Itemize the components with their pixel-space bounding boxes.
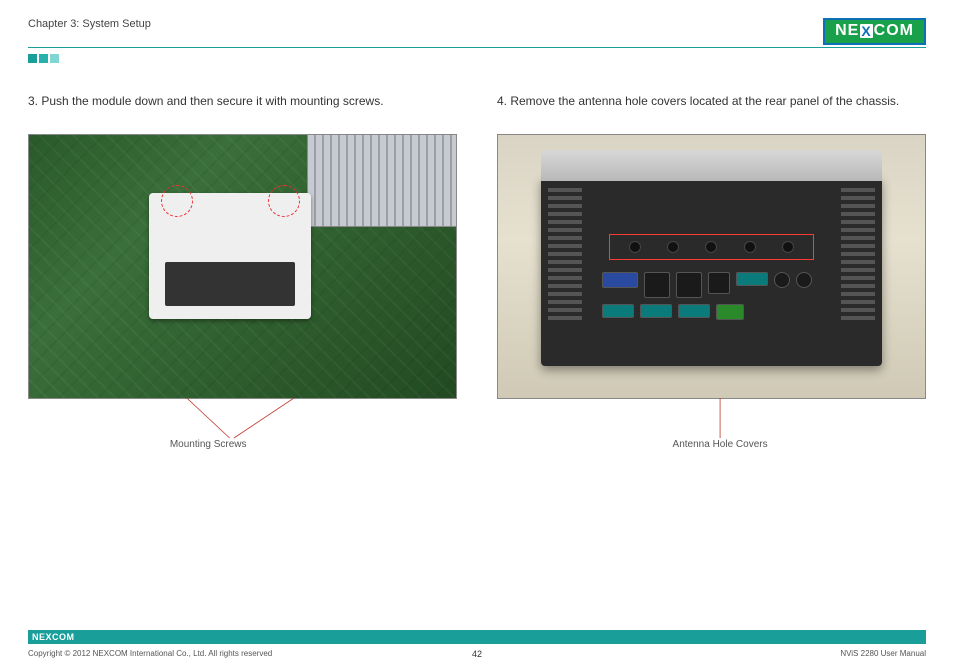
brand-logo: NEXCOM: [823, 18, 926, 45]
antenna-hole-icon: [782, 241, 794, 253]
chassis-graphic: [541, 177, 883, 366]
step-4-text: 4. Remove the antenna hole covers locate…: [497, 93, 926, 110]
antenna-hole-icon: [705, 241, 717, 253]
logo-x-icon: X: [860, 24, 872, 38]
footer-text-row: Copyright © 2012 NEXCOM International Co…: [28, 649, 926, 658]
right-column: 4. Remove the antenna hole covers locate…: [497, 93, 926, 459]
chapter-title: Chapter 3: System Setup: [28, 18, 151, 30]
square-icon: [50, 54, 59, 63]
step-3-text: 3. Push the module down and then secure …: [28, 93, 457, 110]
antenna-hole-icon: [629, 241, 641, 253]
content-columns: 3. Push the module down and then secure …: [28, 93, 926, 459]
decorative-squares: [28, 54, 926, 63]
heatsink-fins-icon: [548, 188, 582, 321]
ps2-port-icon: [774, 272, 790, 288]
square-icon: [28, 54, 37, 63]
serial-port-icon: [640, 304, 672, 318]
ps2-port-icon: [796, 272, 812, 288]
page-header: Chapter 3: System Setup NEXCOM: [28, 18, 926, 48]
screw-highlight-circle: [268, 185, 300, 217]
figure-mounting-screws: [28, 134, 457, 399]
usb-port-icon: [676, 272, 702, 298]
terminal-block-icon: [716, 304, 744, 320]
vga-port-icon: [602, 272, 638, 288]
usb-port-icon: [644, 272, 670, 298]
antenna-holes-highlight: [609, 234, 814, 261]
square-icon: [39, 54, 48, 63]
footer-bar: NEXCOM: [28, 630, 926, 644]
rear-ports-graphic: [602, 272, 821, 348]
ethernet-port-icon: [708, 272, 730, 294]
manual-name: NViS 2280 User Manual: [840, 649, 926, 658]
figure-antenna-covers: [497, 134, 926, 399]
left-caption-area: Mounting Screws: [28, 399, 457, 459]
antenna-hole-icon: [744, 241, 756, 253]
right-caption-area: Antenna Hole Covers: [497, 399, 926, 459]
caption-mounting-screws: Mounting Screws: [170, 439, 247, 450]
heatsink-fins-icon: [841, 188, 875, 321]
antenna-hole-icon: [667, 241, 679, 253]
left-column: 3. Push the module down and then secure …: [28, 93, 457, 459]
copyright-text: Copyright © 2012 NEXCOM International Co…: [28, 649, 272, 658]
page-number: 42: [472, 649, 482, 659]
caption-antenna-covers: Antenna Hole Covers: [673, 439, 768, 450]
heatsink-graphic: [307, 134, 457, 227]
serial-port-icon: [736, 272, 768, 286]
footer-logo: NEXCOM: [32, 632, 75, 642]
serial-port-icon: [678, 304, 710, 318]
serial-port-icon: [602, 304, 634, 318]
screw-highlight-circle: [161, 185, 193, 217]
